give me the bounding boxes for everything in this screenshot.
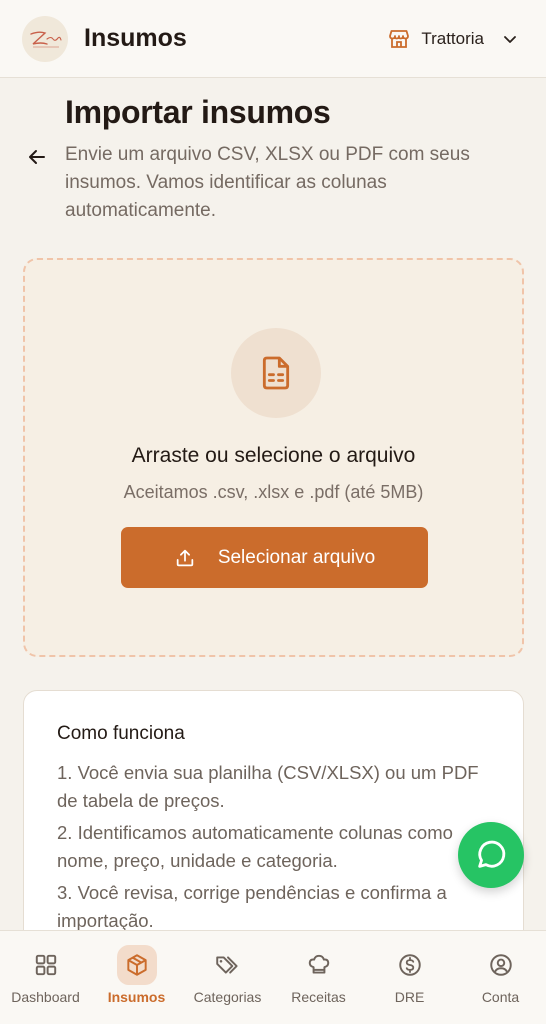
upload-icon bbox=[176, 549, 194, 566]
file-icon-badge bbox=[231, 328, 321, 418]
nav-item-categorias[interactable]: Categorias bbox=[183, 945, 273, 1005]
top-header: Insumos Trattoria bbox=[0, 0, 546, 78]
dropzone-title: Arraste ou selecione o arquivo bbox=[131, 444, 416, 467]
nav-label: Receitas bbox=[291, 989, 346, 1005]
whatsapp-icon bbox=[478, 840, 506, 868]
grid-icon bbox=[26, 945, 66, 985]
user-circle-icon bbox=[481, 945, 521, 985]
back-button[interactable] bbox=[24, 144, 50, 170]
nav-label: Conta bbox=[481, 989, 520, 1005]
arrow-left-icon bbox=[29, 150, 45, 164]
nav-label: Insumos bbox=[107, 989, 166, 1005]
logo-mark-icon bbox=[30, 31, 62, 47]
nav-item-conta[interactable]: Conta bbox=[456, 945, 546, 1005]
app-title: Insumos bbox=[84, 24, 187, 52]
page-description: Envie um arquivo CSV, XLSX ou PDF com se… bbox=[65, 144, 470, 221]
nav-label: Dashboard bbox=[11, 989, 80, 1005]
bottom-navigation: Dashboard Insumos Categorias Receitas DR… bbox=[0, 930, 546, 1024]
tags-icon bbox=[208, 945, 248, 985]
restaurant-name: Trattoria bbox=[421, 28, 484, 48]
how-it-works-step: 1. Você envia sua planilha (CSV/XLSX) ou… bbox=[57, 762, 479, 811]
how-it-works-step: 2. Identificamos automaticamente colunas… bbox=[57, 822, 453, 871]
chef-hat-icon bbox=[299, 945, 339, 985]
dollar-circle-icon bbox=[390, 945, 430, 985]
select-file-button[interactable]: Selecionar arquivo bbox=[121, 527, 428, 588]
how-it-works-title: Como funciona bbox=[57, 723, 185, 744]
nav-item-receitas[interactable]: Receitas bbox=[274, 945, 364, 1005]
store-icon bbox=[389, 29, 410, 48]
nav-label: DRE bbox=[394, 989, 425, 1005]
chevron-down-icon bbox=[504, 35, 516, 43]
file-dropzone[interactable]: Arraste ou selecione o arquivo Aceitamos… bbox=[23, 258, 524, 657]
nav-item-dashboard[interactable]: Dashboard bbox=[1, 945, 91, 1005]
nav-item-dre[interactable]: DRE bbox=[365, 945, 455, 1005]
whatsapp-button[interactable] bbox=[458, 822, 524, 888]
nav-label: Categorias bbox=[193, 989, 262, 1005]
restaurant-logo[interactable] bbox=[22, 15, 68, 62]
nav-item-insumos[interactable]: Insumos bbox=[92, 945, 182, 1005]
file-spreadsheet-icon bbox=[262, 356, 290, 390]
page-title: Importar insumos bbox=[65, 94, 331, 130]
restaurant-selector[interactable]: Trattoria bbox=[387, 27, 518, 51]
dropzone-subtitle: Aceitamos .csv, .xlsx e .pdf (até 5MB) bbox=[123, 482, 424, 502]
box-icon bbox=[116, 945, 157, 985]
how-it-works-step: 3. Você revisa, corrige pendências e con… bbox=[57, 882, 447, 931]
select-file-label: Selecionar arquivo bbox=[217, 546, 376, 568]
